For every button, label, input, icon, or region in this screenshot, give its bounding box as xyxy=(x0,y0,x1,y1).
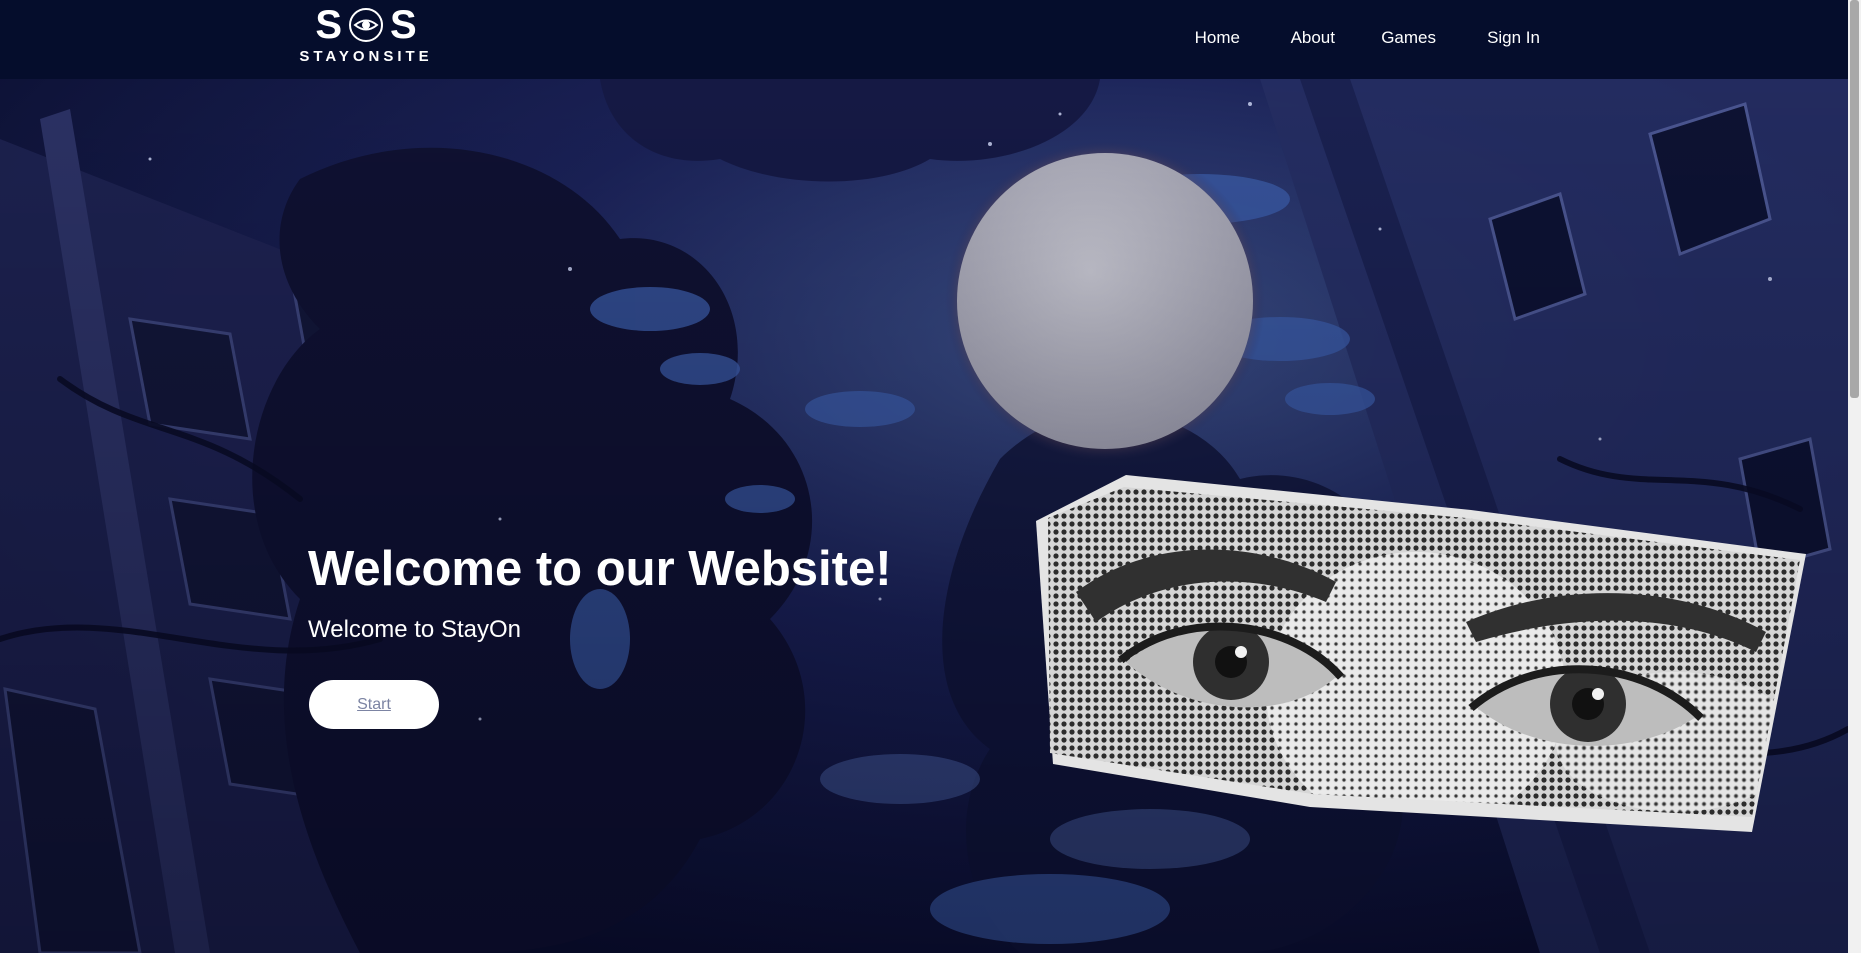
hero-section: Welcome to our Website! Welcome to StayO… xyxy=(0,79,1848,953)
logo-wordmark: STAYONSITE xyxy=(299,48,433,65)
nav-link-games[interactable]: Games xyxy=(1381,28,1436,48)
page: S S STAYONSITE Home About Games Sign In xyxy=(0,0,1861,953)
eye-icon xyxy=(349,8,383,42)
hero-title: Welcome to our Website! xyxy=(308,542,892,596)
scrollbar-thumb[interactable] xyxy=(1850,0,1859,398)
halftone-eyes-graphic xyxy=(1036,475,1806,832)
nav-link-about[interactable]: About xyxy=(1291,28,1335,48)
page-scrollbar[interactable] xyxy=(1848,0,1861,953)
nav-link-home[interactable]: Home xyxy=(1195,28,1240,48)
logo-letter-left: S xyxy=(315,3,342,47)
logo-mark: S S xyxy=(292,2,440,48)
hero-subtitle: Welcome to StayOn xyxy=(308,616,521,643)
navbar: S S STAYONSITE Home About Games Sign In xyxy=(0,0,1848,79)
logo-letter-right: S xyxy=(390,3,417,47)
nav-link-sign-in[interactable]: Sign In xyxy=(1487,28,1540,48)
logo[interactable]: S S STAYONSITE xyxy=(292,2,440,72)
start-button[interactable]: Start xyxy=(309,680,439,729)
